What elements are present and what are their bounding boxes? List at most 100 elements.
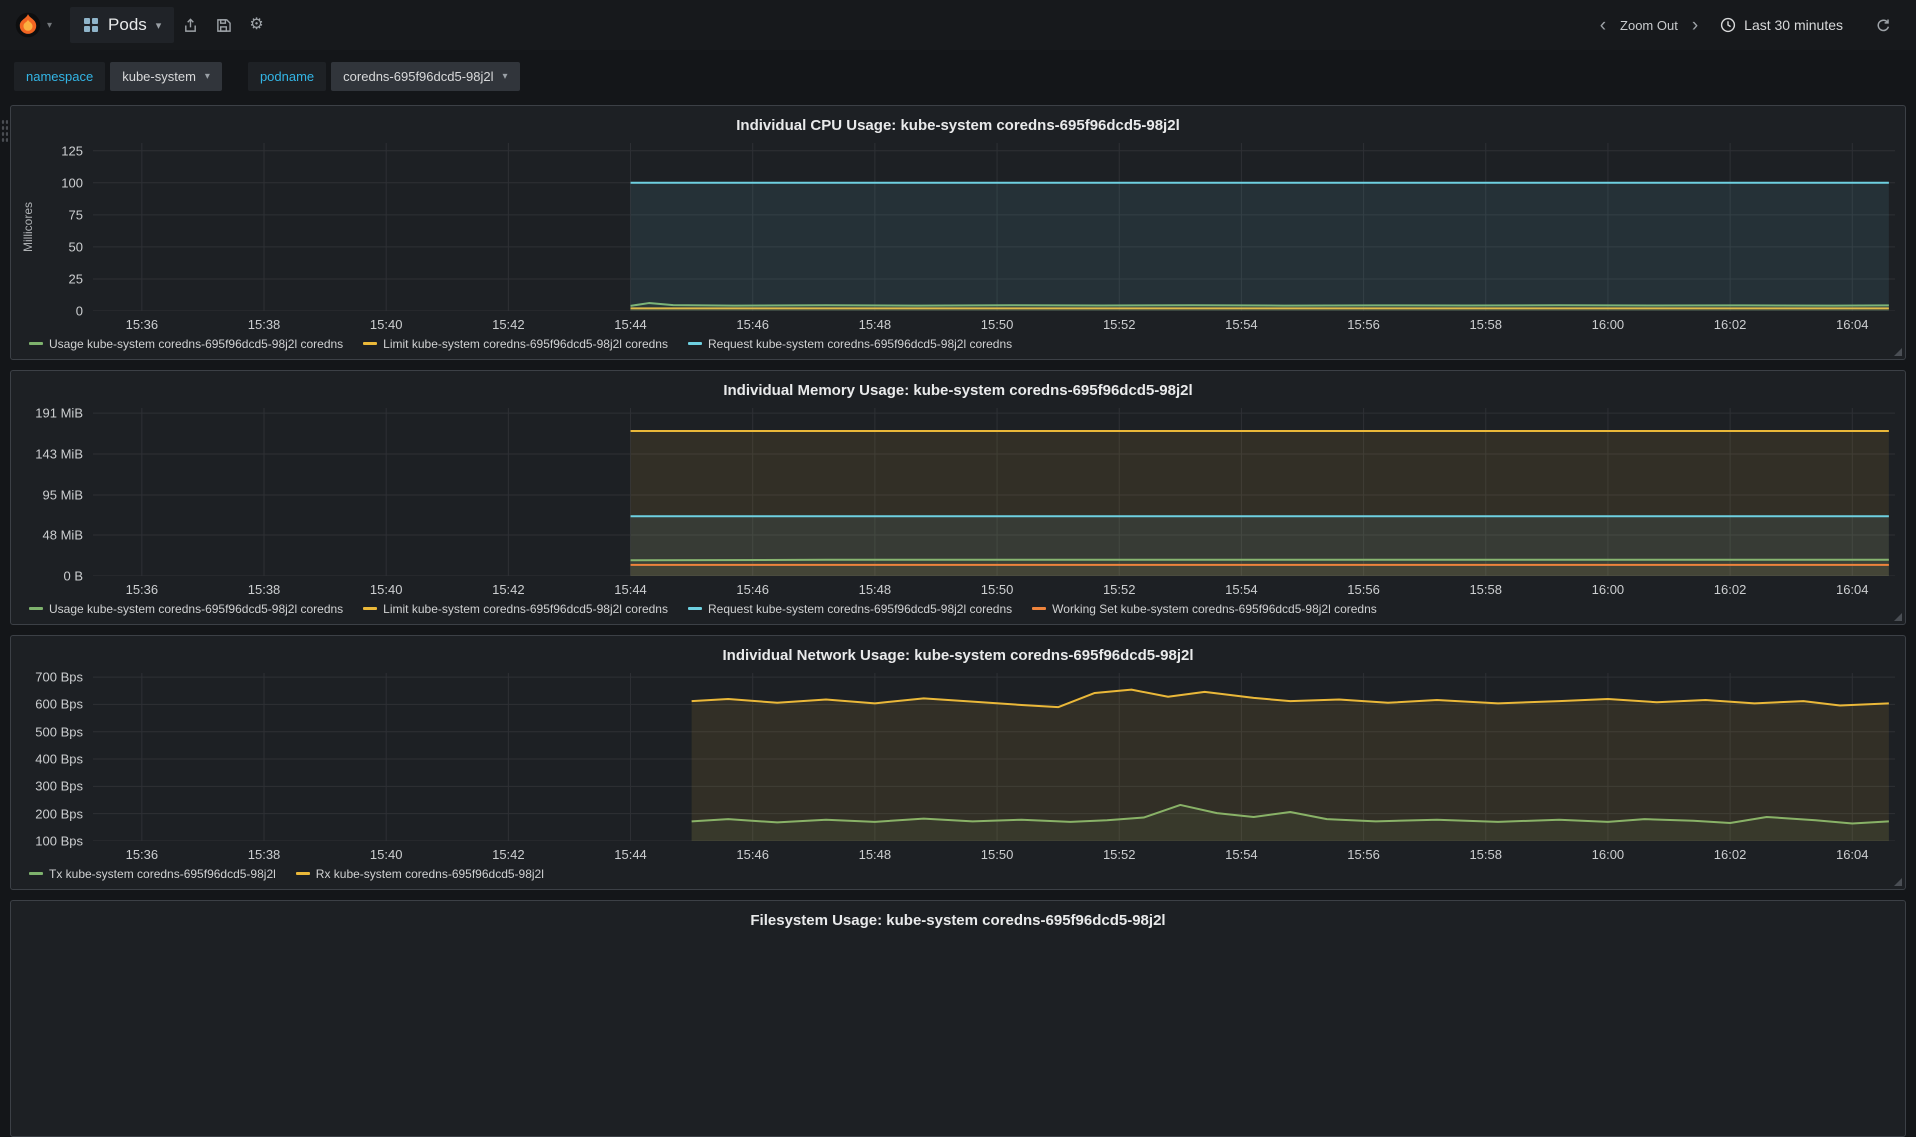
plot-area[interactable] — [93, 673, 1895, 841]
legend: Tx kube-system coredns-695f96dcd5-98j2l R… — [21, 863, 1895, 881]
logo-caret-down-icon: ▾ — [47, 20, 52, 31]
panel-resize-handle[interactable] — [1894, 348, 1902, 356]
x-tick-label: 15:40 — [370, 317, 403, 332]
panel-resize-handle[interactable] — [1894, 878, 1902, 886]
x-tick-label: 15:52 — [1103, 317, 1136, 332]
plot-area[interactable] — [93, 938, 1895, 1106]
y-tick-label: 100 Bps — [35, 834, 83, 849]
dashboard-caret-down-icon: ▾ — [156, 19, 162, 32]
legend-series-name: Request kube-system coredns-695f96dcd5-9… — [708, 337, 1012, 351]
plot-area[interactable] — [93, 408, 1895, 576]
y-axis-label — [21, 408, 37, 576]
y-tick-label: 50 — [69, 239, 83, 254]
variable-caret-down-icon: ▾ — [503, 71, 508, 82]
x-axis: 15:3615:3815:4015:4215:4415:4615:4815:50… — [93, 311, 1895, 333]
x-tick-label: 16:02 — [1714, 582, 1747, 597]
legend-series-name: Limit kube-system coredns-695f96dcd5-98j… — [383, 602, 668, 616]
chart-canvas — [93, 673, 1895, 841]
y-tick-label: 25 — [69, 271, 83, 286]
legend-item[interactable]: Tx kube-system coredns-695f96dcd5-98j2l — [29, 867, 276, 881]
x-tick-label: 15:46 — [736, 847, 769, 862]
legend-series-color-icon — [363, 342, 377, 345]
y-tick-label: 0 B — [63, 569, 83, 584]
x-tick-label: 15:58 — [1469, 847, 1502, 862]
x-tick-label: 15:44 — [614, 317, 647, 332]
x-tick-label: 15:56 — [1347, 847, 1380, 862]
y-axis: 0255075100125 — [37, 143, 93, 311]
x-tick-label: 16:00 — [1592, 847, 1625, 862]
panel-resize-handle[interactable] — [1894, 613, 1902, 621]
y-axis: 0 B48 MiB95 MiB143 MiB191 MiB — [37, 408, 93, 576]
zoom-out-button[interactable]: Zoom Out — [1618, 14, 1680, 37]
save-button[interactable] — [207, 12, 240, 39]
plot-area[interactable] — [93, 143, 1895, 311]
x-tick-label: 16:04 — [1836, 317, 1869, 332]
variable-namespace-value[interactable]: kube-system ▾ — [110, 62, 222, 91]
share-icon — [183, 18, 198, 33]
y-tick-label: 95 MiB — [43, 487, 83, 502]
grafana-logo[interactable]: ▾ — [0, 0, 62, 50]
variable-namespace-label: namespace — [14, 62, 105, 91]
legend-series-name: Rx kube-system coredns-695f96dcd5-98j2l — [316, 867, 544, 881]
legend-item[interactable]: Working Set kube-system coredns-695f96dc… — [1032, 602, 1377, 616]
time-range-picker[interactable]: Last 30 minutes — [1710, 13, 1853, 37]
x-tick-label: 15:36 — [126, 847, 159, 862]
panel-memory: Individual Memory Usage: kube-system cor… — [10, 370, 1906, 625]
x-tick-label: 15:56 — [1347, 582, 1380, 597]
y-tick-label: 143 MiB — [35, 447, 83, 462]
x-axis: 15:3615:3815:4015:4215:4415:4615:4815:50… — [93, 576, 1895, 598]
time-range-label: Last 30 minutes — [1744, 17, 1843, 33]
y-tick-label: 300 Bps — [35, 779, 83, 794]
legend-item[interactable]: Rx kube-system coredns-695f96dcd5-98j2l — [296, 867, 544, 881]
time-shift-right-button[interactable]: › — [1684, 14, 1706, 37]
x-tick-label: 15:42 — [492, 317, 525, 332]
x-tick-label: 15:40 — [370, 582, 403, 597]
y-tick-label: 400 Bps — [35, 752, 83, 767]
y-axis-label: Millicores — [21, 143, 37, 311]
variable-namespace-current: kube-system — [122, 69, 196, 84]
x-tick-label: 15:56 — [1347, 317, 1380, 332]
variable-podname-current: coredns-695f96dcd5-98j2l — [343, 69, 493, 84]
variable-podname-value[interactable]: coredns-695f96dcd5-98j2l ▾ — [331, 62, 519, 91]
x-tick-label: 15:52 — [1103, 847, 1136, 862]
refresh-button[interactable] — [1867, 12, 1900, 39]
x-tick-label: 15:58 — [1469, 317, 1502, 332]
legend-item[interactable]: Limit kube-system coredns-695f96dcd5-98j… — [363, 602, 668, 616]
x-tick-label: 16:00 — [1592, 582, 1625, 597]
legend-series-name: Working Set kube-system coredns-695f96dc… — [1052, 602, 1377, 616]
x-tick-label: 15:50 — [981, 847, 1014, 862]
x-tick-label: 15:54 — [1225, 317, 1258, 332]
legend-item[interactable]: Usage kube-system coredns-695f96dcd5-98j… — [29, 337, 343, 351]
x-tick-label: 15:42 — [492, 847, 525, 862]
x-tick-label: 16:02 — [1714, 317, 1747, 332]
x-tick-label: 15:44 — [614, 582, 647, 597]
panel-network: Individual Network Usage: kube-system co… — [10, 635, 1906, 890]
panel-title[interactable]: Individual Network Usage: kube-system co… — [21, 642, 1895, 673]
time-shift-left-button[interactable]: ‹ — [1592, 14, 1614, 37]
y-tick-label: 600 Bps — [35, 697, 83, 712]
legend-series-color-icon — [688, 607, 702, 610]
dashboard-picker[interactable]: Pods ▾ — [70, 7, 174, 43]
x-tick-label: 15:52 — [1103, 582, 1136, 597]
legend-item[interactable]: Usage kube-system coredns-695f96dcd5-98j… — [29, 602, 343, 616]
panel-title[interactable]: Individual CPU Usage: kube-system coredn… — [21, 112, 1895, 143]
legend-item[interactable]: Limit kube-system coredns-695f96dcd5-98j… — [363, 337, 668, 351]
x-tick-label: 15:50 — [981, 317, 1014, 332]
panel-title[interactable]: Individual Memory Usage: kube-system cor… — [21, 377, 1895, 408]
y-tick-label: 200 Bps — [35, 806, 83, 821]
x-tick-label: 15:40 — [370, 847, 403, 862]
share-button[interactable] — [174, 12, 207, 39]
cpu-chart: Millicores 0255075100125 15:3615:3815:40… — [21, 143, 1895, 333]
panel-title[interactable]: Filesystem Usage: kube-system coredns-69… — [21, 907, 1895, 938]
dashboard-body: Individual CPU Usage: kube-system coredn… — [0, 105, 1916, 1137]
y-tick-label: 125 — [61, 143, 83, 158]
y-tick-label: 75 — [69, 207, 83, 222]
dashboard-settings-button[interactable]: ⚙ — [240, 11, 272, 39]
row-drag-handle[interactable] — [1, 119, 8, 143]
x-tick-label: 15:38 — [248, 847, 281, 862]
panel-cpu: Individual CPU Usage: kube-system coredn… — [10, 105, 1906, 360]
legend-item[interactable]: Request kube-system coredns-695f96dcd5-9… — [688, 602, 1012, 616]
variable-podname-label: podname — [248, 62, 326, 91]
legend-item[interactable]: Request kube-system coredns-695f96dcd5-9… — [688, 337, 1012, 351]
x-axis — [93, 1106, 1895, 1128]
